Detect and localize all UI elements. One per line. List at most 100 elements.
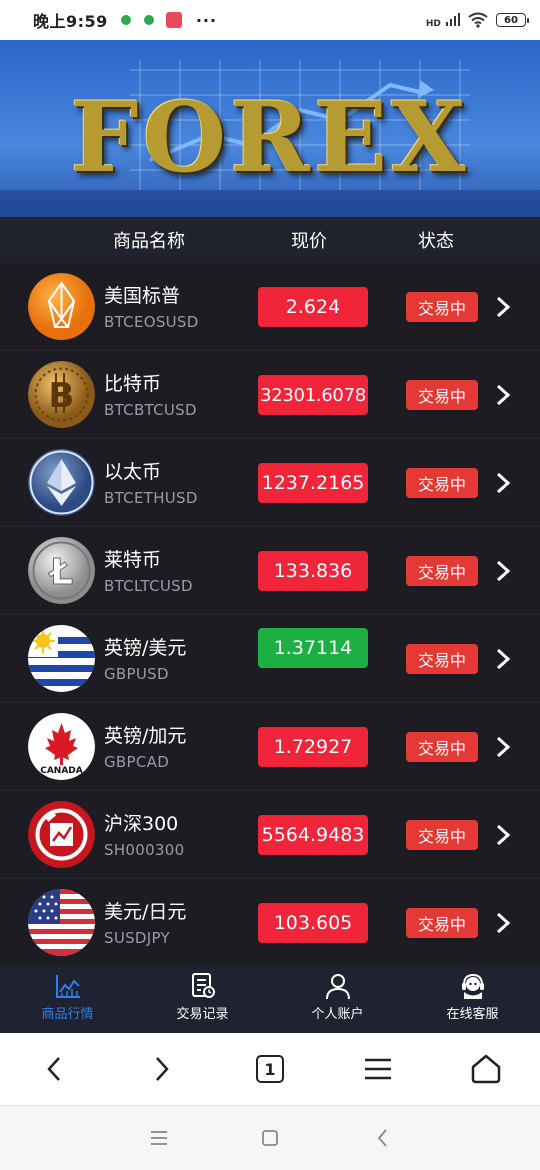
ethereum-icon	[28, 449, 95, 516]
tab-count: 1	[256, 1055, 284, 1083]
uruguay-flag-icon	[28, 625, 95, 692]
column-header-price: 现价	[291, 231, 327, 252]
price-box: 1237.2165	[258, 463, 368, 503]
market-row[interactable]: 以太币 BTCETHUSD 1237.2165 交易中	[0, 439, 540, 527]
home-button[interactable]	[468, 1051, 504, 1087]
item-name: 莱特币	[104, 549, 162, 571]
eos-icon	[28, 273, 95, 340]
recent-apps-icon[interactable]	[147, 1126, 171, 1150]
tab-label: 个人账户	[311, 1007, 364, 1022]
trading-status-button[interactable]: 交易中	[406, 908, 478, 938]
trading-status-button[interactable]: 交易中	[406, 644, 478, 674]
trading-status-button[interactable]: 交易中	[406, 732, 478, 762]
trading-status-button[interactable]: 交易中	[406, 820, 478, 850]
status-time: 晚上9:59	[33, 12, 108, 31]
item-code: BTCBTCUSD	[104, 401, 197, 419]
item-name: 美国标普	[104, 285, 181, 307]
trading-status-button[interactable]: 交易中	[406, 380, 478, 410]
market-row[interactable]: 英镑/美元 GBPUSD 1.37114 交易中	[0, 615, 540, 703]
customer-service-icon	[461, 973, 484, 999]
chevron-right-icon	[156, 1057, 169, 1081]
chevron-right-icon[interactable]	[494, 559, 512, 583]
home-icon	[471, 1054, 501, 1084]
chat-notification-icon	[143, 15, 154, 25]
bitcoin-icon: B	[28, 361, 95, 428]
chevron-right-icon[interactable]	[494, 471, 512, 495]
forex-banner-title: FOREX	[70, 81, 470, 194]
tabs-button[interactable]: 1	[252, 1051, 288, 1087]
item-code: GBPCAD	[104, 753, 170, 771]
back-button[interactable]	[36, 1051, 72, 1087]
wechat-notification-icon	[120, 15, 131, 25]
price-box: 1.72927	[258, 727, 368, 767]
item-name: 比特币	[104, 373, 162, 395]
tab-label: 交易记录	[176, 1007, 229, 1022]
more-notifications-icon: ···	[195, 10, 218, 30]
item-name: 英镑/美元	[104, 637, 187, 659]
svg-text:Ł: Ł	[48, 552, 73, 593]
tab-customer-service[interactable]: 在线客服	[405, 965, 540, 1033]
trading-status-button[interactable]: 交易中	[406, 468, 478, 498]
price-box: 1.37114	[258, 628, 368, 668]
column-header-status: 状态	[418, 231, 454, 252]
menu-button[interactable]	[360, 1051, 396, 1087]
item-code: GBPUSD	[104, 665, 169, 683]
index-chart-icon	[28, 801, 95, 868]
item-code: SH000300	[104, 841, 185, 859]
item-name: 英镑/加元	[104, 725, 187, 747]
tab-label: 在线客服	[446, 1007, 499, 1022]
price-box: 2.624	[258, 287, 368, 327]
price-box: 133.836	[258, 551, 368, 591]
tab-label: 商品行情	[41, 1007, 94, 1022]
market-row[interactable]: B 比特币 BTCBTCUSD 32301.6078 交易中	[0, 351, 540, 439]
system-nav-bar	[0, 1106, 540, 1170]
market-row[interactable]: CANADA 英镑/加元 GBPCAD 1.72927 交易中	[0, 703, 540, 791]
canada-flag-icon: CANADA	[28, 713, 95, 780]
item-code: SUSDJPY	[104, 929, 170, 947]
chevron-right-icon[interactable]	[494, 735, 512, 759]
back-nav-icon[interactable]	[371, 1126, 395, 1150]
battery-icon: 60	[496, 13, 529, 27]
chevron-right-icon[interactable]	[494, 295, 512, 319]
item-name: 美元/日元	[104, 901, 187, 923]
market-row[interactable]: Ł 莱特币 BTCLTCUSD 133.836 交易中	[0, 527, 540, 615]
litecoin-icon: Ł	[28, 537, 95, 604]
chevron-right-icon[interactable]	[494, 911, 512, 935]
tab-user-account[interactable]: 个人账户	[270, 965, 405, 1033]
trading-status-button[interactable]: 交易中	[406, 292, 478, 322]
item-code: BTCLTCUSD	[104, 577, 193, 595]
market-row[interactable]: 沪深300 SH000300 5564.9483 交易中	[0, 791, 540, 879]
forex-banner: FOREX	[0, 40, 540, 217]
home-nav-icon[interactable]	[258, 1126, 282, 1150]
market-row[interactable]: 美国标普 BTCEOSUSD 2.624 交易中	[0, 263, 540, 351]
menu-icon	[365, 1058, 391, 1080]
price-box: 103.605	[258, 903, 368, 943]
wifi-icon	[468, 12, 488, 28]
signal-icon: HD	[426, 11, 460, 30]
chevron-right-icon[interactable]	[494, 647, 512, 671]
chevron-right-icon[interactable]	[494, 383, 512, 407]
column-header-name: 商品名称	[113, 231, 185, 252]
tab-market[interactable]: 商品行情	[0, 965, 135, 1033]
status-bar: 晚上9:59 ··· HD 60	[0, 0, 540, 40]
chevron-left-icon	[47, 1057, 60, 1081]
item-code: BTCETHUSD	[104, 489, 198, 507]
browser-toolbar: 1	[0, 1033, 540, 1106]
trade-record-icon	[191, 973, 215, 998]
chevron-right-icon[interactable]	[494, 823, 512, 847]
item-name: 沪深300	[104, 813, 179, 835]
price-box: 32301.6078	[258, 375, 368, 415]
svg-text:B: B	[49, 376, 75, 416]
system-indicators: HD 60	[426, 11, 529, 30]
table-header: 商品名称 现价 状态	[0, 217, 540, 263]
user-account-icon	[325, 974, 350, 1000]
price-box: 5564.9483	[258, 815, 368, 855]
market-row[interactable]: 美元/日元 SUSDJPY 103.605 交易中	[0, 879, 540, 967]
trading-status-button[interactable]: 交易中	[406, 556, 478, 586]
tab-trade-record[interactable]: 交易记录	[135, 965, 270, 1033]
usa-flag-icon	[28, 889, 95, 956]
svg-text:CANADA: CANADA	[40, 766, 83, 776]
hd-label: HD	[425, 18, 441, 29]
bottom-tab-bar: 商品行情 交易记录 个人账户 在线客服	[0, 965, 540, 1033]
forward-button[interactable]	[144, 1051, 180, 1087]
